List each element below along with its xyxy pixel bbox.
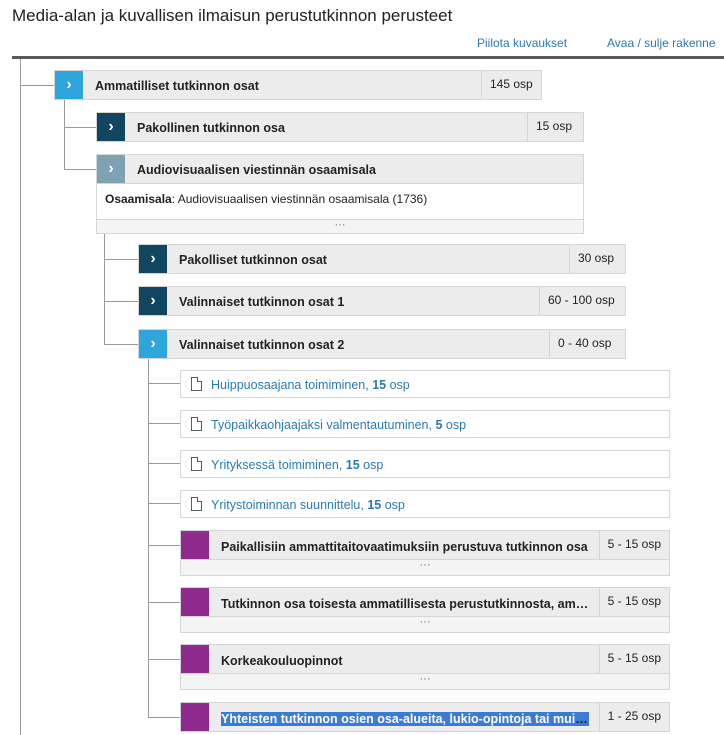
tree-connector [64, 127, 96, 128]
tree-node-mandatory: › Pakollinen tutkinnon osa 15 osp [96, 112, 584, 142]
tree-node-root: › Ammatilliset tutkinnon osat 145 osp [54, 70, 542, 100]
tree-connector [20, 59, 21, 735]
credit-badge: 15 osp [527, 113, 580, 141]
expand-more-button[interactable]: ··· [180, 674, 670, 690]
credit-badge: 30 osp [569, 245, 622, 273]
credit-badge: 0 - 40 osp [549, 330, 619, 358]
chevron-right-icon[interactable]: › [139, 287, 167, 315]
tree-node-group: Korkeakouluopinnot 5 - 15 osp ··· [180, 644, 670, 692]
tree-connector [148, 463, 180, 464]
course-unit-link[interactable]: Yrityksessä toimiminen, 15 osp [180, 450, 670, 478]
tree-connector [148, 717, 180, 718]
file-icon [191, 457, 202, 471]
group-marker [181, 531, 209, 559]
tree-connector [104, 259, 138, 260]
group-label: Yhteisten tutkinnon osien osa-alueita, l… [221, 712, 589, 726]
tree-connector [20, 85, 54, 86]
group-header[interactable]: Korkeakouluopinnot 5 - 15 osp [180, 644, 670, 674]
tree-connector [64, 169, 96, 170]
tree-connector [64, 100, 65, 170]
expand-more-button[interactable]: ··· [180, 617, 670, 633]
file-icon [191, 377, 202, 391]
node-description: Osaamisala: Audiovisuaalisen viestinnän … [96, 184, 584, 234]
tree-node-group: Paikallisiin ammattitaitovaatimuksiin pe… [180, 530, 670, 578]
tree-node-child: › Valinnaiset tutkinnon osat 1 60 - 100 … [138, 286, 626, 316]
expand-more-button[interactable]: ··· [180, 560, 670, 576]
hide-descriptions-link[interactable]: Piilota kuvaukset [477, 36, 567, 50]
page-title: Media-alan ja kuvallisen ilmaisun perust… [12, 6, 453, 25]
credit-badge: 60 - 100 osp [539, 287, 623, 315]
tree-node-label: Valinnaiset tutkinnon osat 1 [179, 295, 345, 309]
file-icon [191, 497, 202, 511]
tree-connector [148, 503, 180, 504]
tree-connector [148, 545, 180, 546]
group-marker [181, 588, 209, 616]
course-unit-link[interactable]: Huippuosaajana toimiminen, 15 osp [180, 370, 670, 398]
course-unit-text: Työpaikkaohjaajaksi valmentautuminen, 5 … [211, 418, 467, 432]
tree-node-audiovisual: › Audiovisuaalisen viestinnän osaamisala [96, 154, 584, 184]
file-icon [191, 417, 202, 431]
tree-connector [148, 358, 149, 718]
selected-text: Yhteisten tutkinnon osien osa-alueita, l… [221, 712, 589, 726]
group-label: Korkeakouluopinnot [221, 654, 343, 668]
chevron-right-icon[interactable]: › [55, 71, 83, 99]
course-unit-text: Huippuosaajana toimiminen, 15 osp [211, 378, 410, 392]
tree-node-child: › Pakolliset tutkinnon osat 30 osp [138, 244, 626, 274]
field-key: Osaamisala [105, 192, 172, 206]
tree-connector [104, 234, 105, 344]
tree-connector [148, 383, 180, 384]
chevron-right-icon[interactable]: › [97, 113, 125, 141]
tree-node-group: Yhteisten tutkinnon osien osa-alueita, l… [180, 702, 670, 732]
description-text: Osaamisala: Audiovisuaalisen viestinnän … [105, 192, 427, 206]
tree-connector [148, 659, 180, 660]
tree-node-group: Tutkinnon osa toisesta ammatillisesta pe… [180, 587, 670, 635]
course-unit-link[interactable]: Yritystoiminnan suunnittelu, 15 osp [180, 490, 670, 518]
tree-node-label: Audiovisuaalisen viestinnän osaamisala [137, 163, 376, 177]
tree-connector [148, 602, 180, 603]
chevron-right-icon[interactable]: › [139, 330, 167, 358]
tree-connector [104, 344, 138, 345]
group-label: Tutkinnon osa toisesta ammatillisesta pe… [221, 597, 589, 611]
tree-node-child: › Valinnaiset tutkinnon osat 2 0 - 40 os… [138, 329, 626, 359]
group-marker [181, 645, 209, 673]
course-unit-link[interactable]: Työpaikkaohjaajaksi valmentautuminen, 5 … [180, 410, 670, 438]
course-unit-text: Yritystoiminnan suunnittelu, 15 osp [211, 498, 405, 512]
expand-more-button[interactable]: ··· [97, 219, 583, 233]
tree-node-label: Valinnaiset tutkinnon osat 2 [179, 338, 345, 352]
group-header[interactable]: Paikallisiin ammattitaitovaatimuksiin pe… [180, 530, 670, 560]
course-unit-text: Yrityksessä toimiminen, 15 osp [211, 458, 384, 472]
credit-badge: 1 - 25 osp [598, 703, 669, 731]
group-header[interactable]: Tutkinnon osa toisesta ammatillisesta pe… [180, 587, 670, 617]
credit-badge: 5 - 15 osp [598, 588, 669, 616]
chevron-right-icon[interactable]: › [97, 155, 125, 183]
credit-badge: 5 - 15 osp [598, 531, 669, 559]
chevron-right-icon[interactable]: › [139, 245, 167, 273]
group-header[interactable]: Yhteisten tutkinnon osien osa-alueita, l… [180, 702, 670, 732]
tree-connector [148, 423, 180, 424]
header-divider [12, 56, 724, 59]
tree-node-label: Pakolliset tutkinnon osat [179, 253, 327, 267]
credit-badge: 5 - 15 osp [598, 645, 669, 673]
tree-connector [104, 301, 138, 302]
group-label: Paikallisiin ammattitaitovaatimuksiin pe… [221, 540, 588, 554]
group-marker [181, 703, 209, 731]
toggle-structure-link[interactable]: Avaa / sulje rakenne [607, 36, 716, 50]
tree-node-label: Pakollinen tutkinnon osa [137, 121, 285, 135]
credit-badge: 145 osp [481, 71, 541, 99]
field-value: : Audiovisuaalisen viestinnän osaamisala… [171, 192, 428, 206]
tree-node-label: Ammatilliset tutkinnon osat [95, 79, 259, 93]
